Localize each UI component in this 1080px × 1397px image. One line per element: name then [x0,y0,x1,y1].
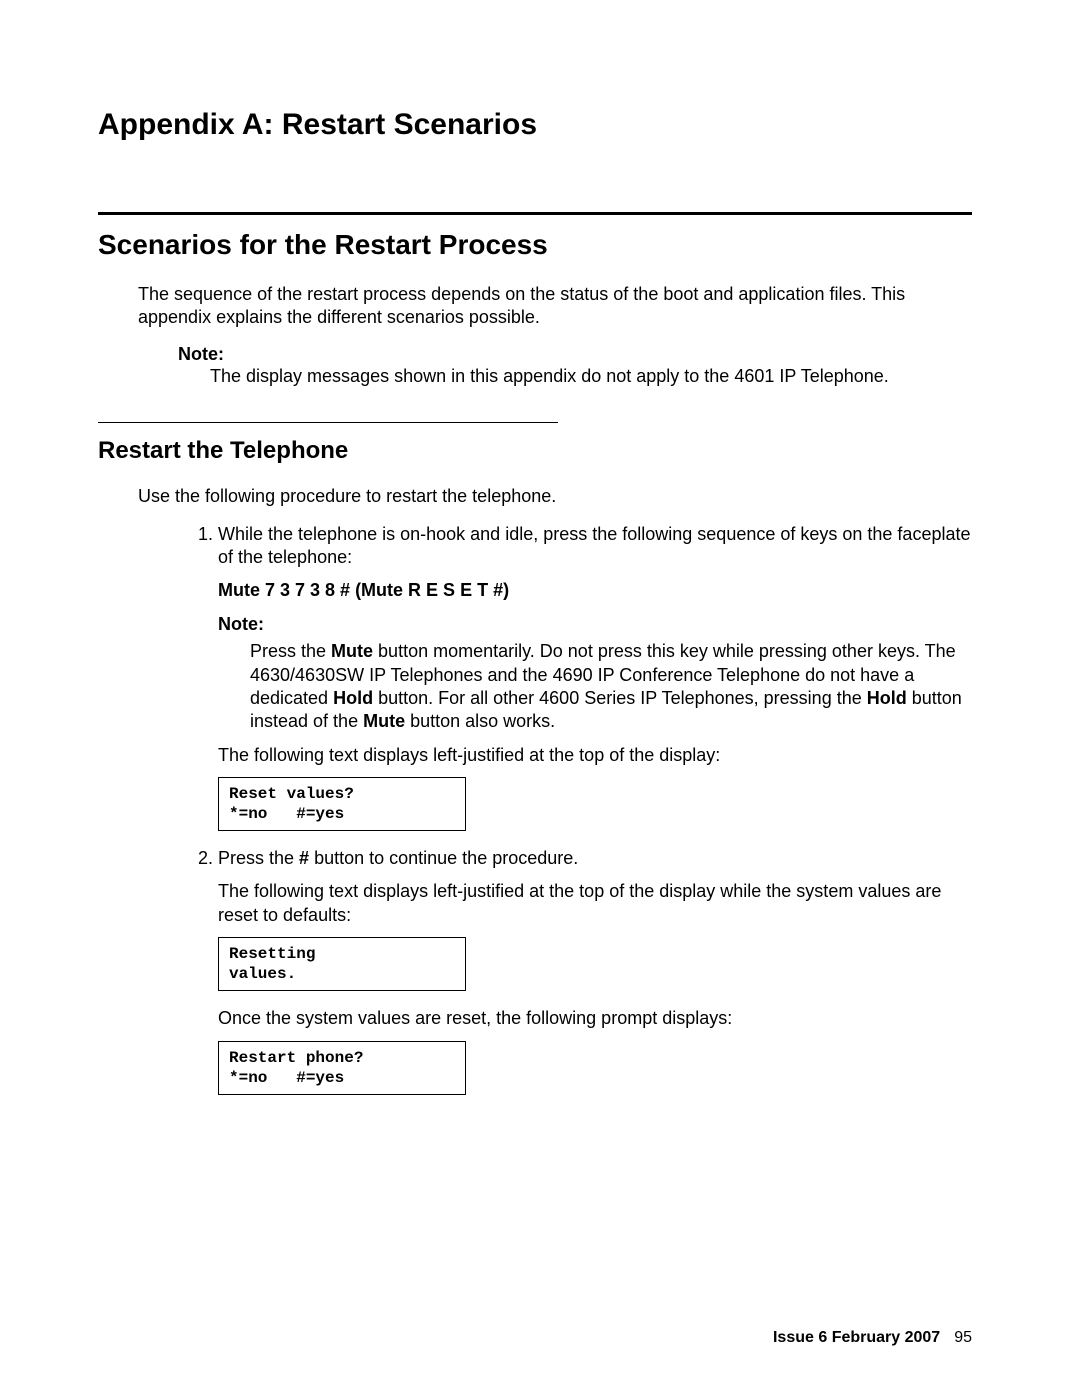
bold-mute: Mute [331,641,373,661]
section-body: The sequence of the restart process depe… [138,283,972,388]
subsection-intro: Use the following procedure to restart t… [138,485,972,508]
footer-issue: Issue 6 February 2007 [773,1329,940,1346]
display-box-resetting: Resetting values. [218,937,466,991]
step-1-after-note: The following text displays left-justifi… [218,744,972,767]
page-footer: Issue 6 February 2007 95 [773,1329,972,1347]
section-intro: The sequence of the restart process depe… [138,283,972,330]
note-label: Note: [178,344,972,365]
section-heading: Scenarios for the Restart Process [98,229,972,261]
footer-page-number: 95 [954,1329,972,1346]
step-2-after-1: The following text displays left-justifi… [218,880,972,927]
display-box-reset-values: Reset values? *=no #=yes [218,777,466,831]
bold-hash: # [299,848,309,868]
subsection-rule [98,422,558,423]
procedure-list: While the telephone is on-hook and idle,… [178,523,972,1095]
subsection-body: Use the following procedure to restart t… [138,485,972,1094]
note-text: Press the [250,641,331,661]
appendix-title: Appendix A: Restart Scenarios [98,108,972,142]
step-1-text: While the telephone is on-hook and idle,… [218,524,970,567]
key-sequence: Mute 7 3 7 3 8 # (Mute R E S E T #) [218,579,972,602]
step-2-after-2: Once the system values are reset, the fo… [218,1007,972,1030]
inner-note-body: Press the Mute button momentarily. Do no… [250,640,972,734]
bold-hold: Hold [867,688,907,708]
bold-hold: Hold [333,688,373,708]
step-2: Press the # button to continue the proce… [218,847,972,1095]
section-rule [98,212,972,215]
subsection-heading: Restart the Telephone [98,437,972,465]
step-2-text-pre: Press the [218,848,299,868]
note-body: The display messages shown in this appen… [210,365,972,388]
inner-note-label: Note: [218,613,972,636]
step-2-text-post: button to continue the procedure. [309,848,578,868]
step-1: While the telephone is on-hook and idle,… [218,523,972,832]
note-text: button also works. [405,711,555,731]
bold-mute: Mute [363,711,405,731]
display-box-restart-phone: Restart phone? *=no #=yes [218,1041,466,1095]
document-page: Appendix A: Restart Scenarios Scenarios … [0,0,1080,1397]
note-text: button. For all other 4600 Series IP Tel… [373,688,867,708]
